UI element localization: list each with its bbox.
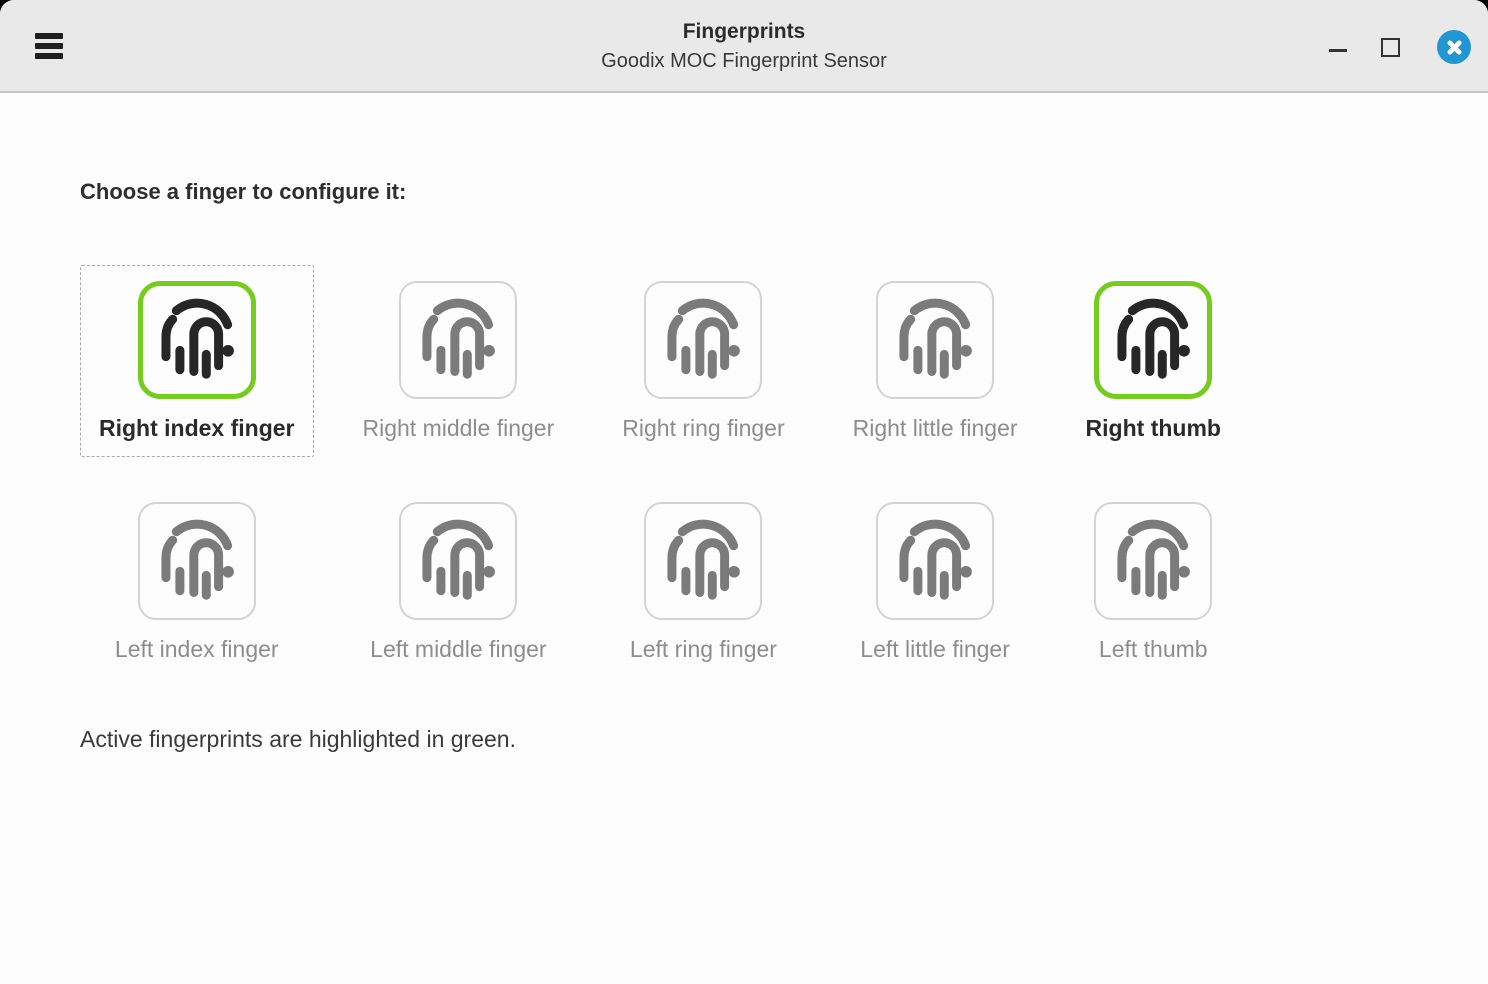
close-button[interactable] (1437, 30, 1471, 64)
fingerprint-icon (152, 516, 242, 606)
finger-label: Left thumb (1099, 634, 1208, 664)
fingerprint-icon (890, 295, 980, 385)
fingerprint-icon (1108, 516, 1198, 606)
title-block: Fingerprints Goodix MOC Fingerprint Sens… (0, 19, 1488, 73)
maximize-button[interactable] (1381, 38, 1400, 57)
finger-label: Right ring finger (622, 413, 784, 443)
fingerprint-button[interactable] (399, 502, 517, 620)
fingerprint-button[interactable] (876, 502, 994, 620)
finger-item[interactable]: Left little finger (834, 486, 1037, 678)
finger-item[interactable]: Left ring finger (603, 486, 803, 678)
finger-label: Right little finger (853, 413, 1018, 443)
finger-item[interactable]: Right ring finger (603, 265, 803, 457)
minimize-button[interactable] (1329, 49, 1347, 52)
finger-item[interactable]: Right middle finger (344, 265, 574, 457)
fingerprint-button[interactable] (138, 281, 256, 399)
finger-item[interactable]: Right little finger (834, 265, 1037, 457)
fingerprint-button[interactable] (138, 502, 256, 620)
fingerprint-icon (890, 516, 980, 606)
footer-note: Active fingerprints are highlighted in g… (80, 724, 1488, 754)
finger-item[interactable]: Left index finger (80, 486, 314, 678)
fingerprints-window: Fingerprints Goodix MOC Fingerprint Sens… (0, 0, 1488, 984)
hamburger-menu-button[interactable] (35, 32, 63, 60)
finger-item[interactable]: Left middle finger (344, 486, 574, 678)
finger-label: Right thumb (1086, 413, 1221, 443)
finger-item[interactable]: Right thumb (1067, 265, 1240, 457)
fingerprint-icon (413, 295, 503, 385)
finger-label: Right index finger (99, 413, 295, 443)
fingerprint-icon (1108, 295, 1198, 385)
fingerprint-icon (152, 295, 242, 385)
fingerprint-icon (658, 295, 748, 385)
fingerprint-button[interactable] (1094, 281, 1212, 399)
titlebar: Fingerprints Goodix MOC Fingerprint Sens… (0, 0, 1488, 93)
fingerprint-icon (658, 516, 748, 606)
main-content: Choose a finger to configure it: Right i… (0, 93, 1488, 984)
close-x-icon (1446, 39, 1463, 56)
fingerprint-button[interactable] (399, 281, 517, 399)
fingerprint-button[interactable] (876, 281, 994, 399)
finger-item[interactable]: Left thumb (1067, 486, 1240, 678)
fingerprint-button[interactable] (644, 502, 762, 620)
finger-label: Left index finger (115, 634, 279, 664)
fingerprint-icon (413, 516, 503, 606)
window-subtitle: Goodix MOC Fingerprint Sensor (0, 49, 1488, 73)
hamburger-icon (35, 33, 63, 39)
finger-label: Right middle finger (363, 413, 555, 443)
fingerprint-button[interactable] (1094, 502, 1212, 620)
finger-grid: Right index finger Right middle finger R… (80, 265, 1488, 678)
finger-item[interactable]: Right index finger (80, 265, 314, 457)
page-title: Choose a finger to configure it: (80, 177, 1488, 207)
finger-label: Left little finger (860, 634, 1010, 664)
window-title: Fingerprints (0, 19, 1488, 44)
finger-label: Left middle finger (370, 634, 546, 664)
finger-label: Left ring finger (630, 634, 777, 664)
fingerprint-button[interactable] (644, 281, 762, 399)
